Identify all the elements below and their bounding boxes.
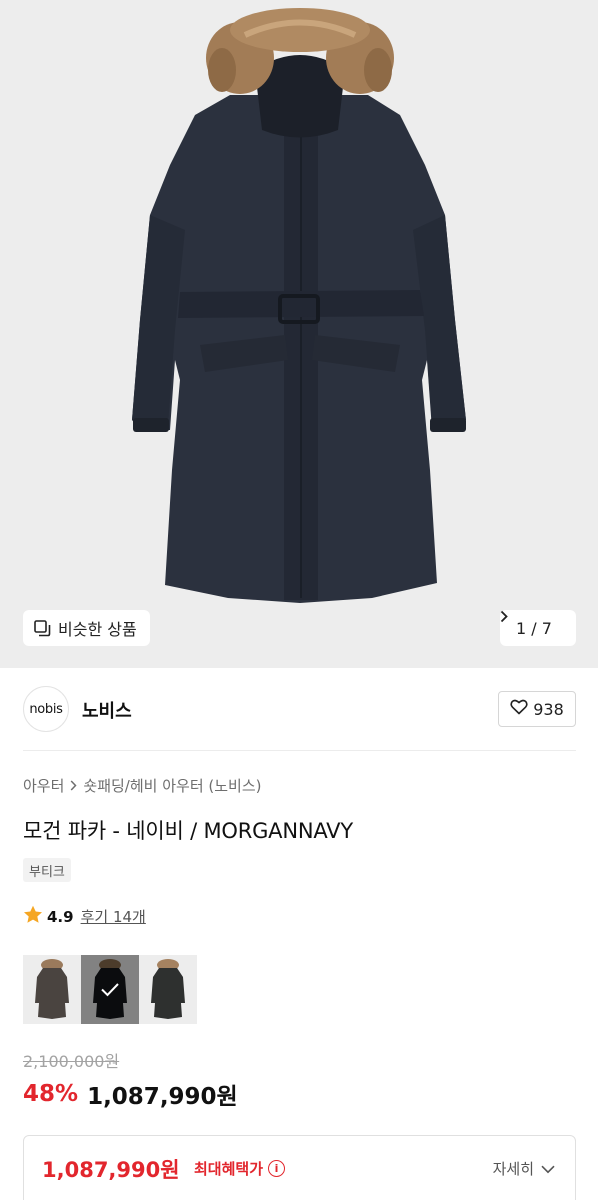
thumbnail-coat-charcoal — [151, 959, 185, 1019]
color-option-black[interactable] — [81, 955, 139, 1024]
breadcrumb-item-outer[interactable]: 아우터 — [23, 775, 64, 796]
color-options — [23, 955, 197, 1024]
color-option-dark-grey[interactable] — [23, 955, 81, 1024]
max-benefit-box[interactable]: 1,087,990원 최대혜택가 i 자세히 — [23, 1135, 576, 1200]
max-benefit-label: 최대혜택가 — [194, 1160, 264, 1178]
color-option-charcoal[interactable] — [139, 955, 197, 1024]
breadcrumb: 아우터 숏패딩/헤비 아우터 (노비스) — [23, 775, 262, 796]
sale-price-row: 48% 1,087,990원 — [23, 1077, 238, 1111]
product-photo-coat — [132, 8, 466, 603]
star-icon — [23, 905, 43, 928]
rating-value: 4.9 — [47, 907, 74, 926]
like-button[interactable]: 938 — [498, 691, 576, 727]
brand-row: nobis 노비스 938 — [0, 686, 598, 732]
product-image-gallery[interactable]: 비슷한 상품 1 / 7 — [0, 0, 598, 668]
brand-name-link[interactable]: 노비스 — [82, 697, 132, 723]
thumbnail-coat-grey — [35, 959, 69, 1019]
similar-items-icon — [34, 619, 51, 637]
boutique-tag: 부티크 — [23, 858, 71, 882]
info-icon[interactable]: i — [268, 1160, 286, 1177]
rating-row: 4.9 후기 14개 — [23, 905, 146, 928]
original-price: 2,100,000원 — [23, 1052, 120, 1071]
image-counter-button[interactable]: 1 / 7 — [500, 610, 576, 646]
details-label: 자세히 — [492, 1160, 534, 1178]
brand-logo-text: nobis — [29, 701, 63, 717]
discount-rate: 48% — [23, 1081, 79, 1107]
details-toggle[interactable]: 자세히 — [493, 1158, 555, 1179]
heart-icon — [510, 699, 528, 719]
like-count: 938 — [533, 699, 564, 719]
chevron-right-icon — [70, 777, 77, 795]
breadcrumb-item-category[interactable]: 숏패딩/헤비 아우터 (노비스) — [83, 775, 261, 796]
sale-price: 1,087,990원 — [87, 1084, 238, 1110]
divider — [23, 750, 576, 751]
max-benefit-label-group: 최대혜택가 i — [194, 1158, 286, 1179]
reviews-link[interactable]: 후기 14개 — [81, 906, 146, 927]
image-counter: 1 / 7 — [516, 618, 552, 638]
check-icon — [101, 983, 119, 997]
similar-products-label: 비슷한 상품 — [58, 620, 137, 639]
product-title: 모건 파카 - 네이비 / MORGANNAVY — [23, 819, 353, 843]
brand-logo[interactable]: nobis — [23, 686, 69, 732]
chevron-down-icon — [541, 1160, 555, 1178]
similar-products-button[interactable]: 비슷한 상품 — [23, 610, 150, 646]
max-benefit-price: 1,087,990원 — [42, 1158, 180, 1182]
